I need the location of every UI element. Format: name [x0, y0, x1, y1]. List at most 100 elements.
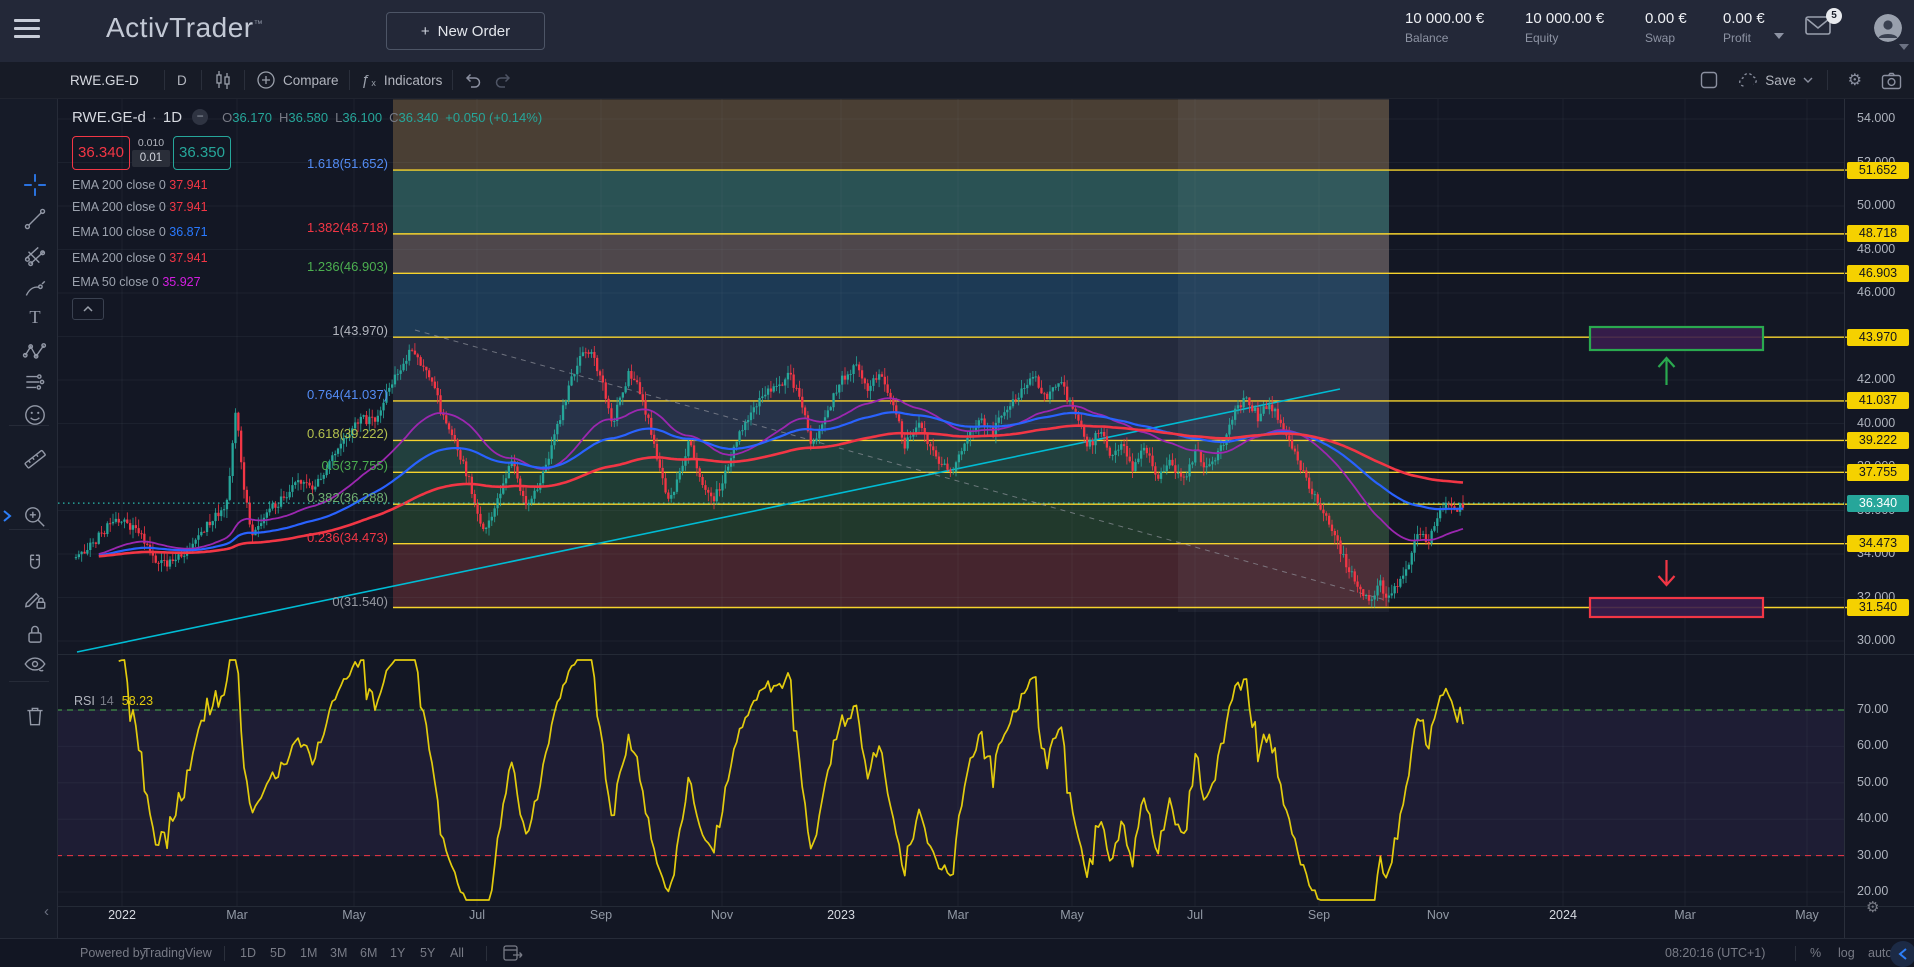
- range-1m[interactable]: 1M: [300, 939, 317, 967]
- indicator-row[interactable]: EMA 100 close 0 36.871: [72, 225, 208, 243]
- zoom-in-tool[interactable]: [22, 504, 50, 532]
- trend-line-tool-icon: [22, 206, 48, 232]
- brush-tool[interactable]: [22, 277, 50, 305]
- magnet-tool[interactable]: [22, 552, 50, 580]
- menu-icon[interactable]: [14, 19, 40, 43]
- redo-button[interactable]: [492, 62, 514, 98]
- camera-icon: [1881, 71, 1902, 90]
- ohlc-close: C36.340: [389, 110, 438, 125]
- remove-all-tool[interactable]: [22, 703, 50, 731]
- sell-button[interactable]: 36.340: [72, 136, 130, 170]
- account-menu-button[interactable]: [1874, 14, 1902, 42]
- indicator-value: 35.927: [159, 275, 201, 289]
- hide-series-icon[interactable]: −: [192, 109, 208, 125]
- crosshair-tool[interactable]: [22, 172, 50, 200]
- signal-box-up: [1590, 327, 1763, 350]
- indicator-label: EMA 200 close 0: [72, 251, 166, 265]
- fib-label-0.5: 0.5(37.755): [258, 458, 388, 473]
- time-label-May: May: [1042, 908, 1102, 922]
- gear-icon: ⚙: [1848, 70, 1862, 90]
- go-to-date-button[interactable]: [502, 939, 524, 967]
- time-axis-separator: [0, 906, 1914, 907]
- time-label-2022: 2022: [92, 908, 152, 922]
- range-1d[interactable]: 1D: [240, 939, 256, 967]
- stat-balance: 10 000.00 €Balance: [1405, 10, 1484, 45]
- range-5y[interactable]: 5Y: [420, 939, 435, 967]
- price-tick: 40.000: [1857, 416, 1895, 430]
- pattern-tool-icon: [22, 339, 48, 365]
- percent-scale-button[interactable]: %: [1810, 939, 1821, 967]
- legend-title-row[interactable]: RWE.GE-d · 1D − O36.170 H36.580 L36.100 …: [72, 106, 542, 128]
- symbol-button[interactable]: RWE.GE-D: [70, 62, 139, 98]
- ruler-tool[interactable]: [22, 446, 50, 474]
- fib-label-1.382: 1.382(48.718): [258, 220, 388, 235]
- hide-all-tool[interactable]: [22, 651, 50, 679]
- indicator-row[interactable]: EMA 200 close 0 37.941: [72, 178, 208, 196]
- account-dropdown-icon[interactable]: [1899, 44, 1909, 50]
- auto-scale-button[interactable]: auto: [1868, 939, 1892, 967]
- stat-profit: 0.00 €Profit: [1723, 10, 1765, 45]
- fib-label-0.236: 0.236(34.473): [258, 530, 388, 545]
- chart-style-button[interactable]: [212, 62, 234, 98]
- price-tick: 48.000: [1857, 242, 1895, 256]
- signal-box-down: [1590, 598, 1763, 617]
- left-panel-expander[interactable]: [0, 503, 14, 529]
- indicator-row[interactable]: EMA 50 close 0 35.927: [72, 275, 201, 293]
- pattern-tool[interactable]: [22, 339, 50, 367]
- forecast-tool[interactable]: [22, 369, 50, 397]
- indicator-row[interactable]: EMA 200 close 0 37.941: [72, 251, 208, 269]
- legend-collapse-button[interactable]: [72, 298, 104, 320]
- pane-separator[interactable]: [56, 654, 1914, 655]
- interval-button[interactable]: D: [177, 62, 187, 98]
- fib-label-1: 1(43.970): [258, 323, 388, 338]
- save-layout-button[interactable]: Save: [1737, 62, 1814, 98]
- stat-value: 10 000.00 €: [1525, 10, 1604, 27]
- ohlc-high: H36.580: [279, 110, 328, 125]
- fib-price-badge: 43.970: [1847, 329, 1909, 346]
- trend-line-tool[interactable]: [22, 206, 50, 234]
- indicators-button[interactable]: ƒ x Indicators: [361, 62, 442, 98]
- svg-text:T: T: [29, 307, 40, 327]
- axis-settings-icon[interactable]: ⚙: [1866, 898, 1879, 916]
- new-order-button[interactable]: +New Order: [386, 12, 545, 50]
- mail-badge: 5: [1826, 8, 1842, 24]
- profit-dropdown-icon[interactable]: [1774, 33, 1784, 39]
- emoji-tool-icon: [22, 402, 48, 428]
- text-tool[interactable]: T: [22, 304, 50, 332]
- fib-label-0.382: 0.382(36.288): [258, 490, 388, 505]
- brush-tool-icon: [22, 277, 48, 303]
- trademark: ™: [254, 19, 264, 29]
- scroll-left-icon[interactable]: ‹: [44, 903, 49, 920]
- rsi-legend[interactable]: RSI1458.23: [74, 694, 153, 708]
- chart-settings-button[interactable]: ⚙: [1848, 62, 1862, 98]
- emoji-tool[interactable]: [22, 402, 50, 430]
- range-6m[interactable]: 6M: [360, 939, 377, 967]
- clock[interactable]: 08:20:16 (UTC+1): [1665, 939, 1765, 967]
- log-scale-button[interactable]: log: [1838, 939, 1855, 967]
- fib-label-0: 0(31.540): [258, 594, 388, 609]
- range-all[interactable]: All: [450, 939, 464, 967]
- undo-button[interactable]: [462, 62, 484, 98]
- bottom-bar: Powered by TradingView 08:20:16 (UTC+1) …: [0, 938, 1914, 967]
- indicator-row[interactable]: EMA 200 close 0 37.941: [72, 200, 208, 218]
- range-5d[interactable]: 5D: [270, 939, 286, 967]
- favorite-checkbox[interactable]: [1700, 62, 1718, 98]
- range-1y[interactable]: 1Y: [390, 939, 405, 967]
- fib-price-badge: 37.755: [1847, 464, 1909, 481]
- tradingview-link[interactable]: TradingView: [143, 939, 212, 967]
- price-axis[interactable]: 54.00052.00050.00048.00046.00044.00042.0…: [1844, 98, 1914, 938]
- screenshot-button[interactable]: [1881, 62, 1902, 98]
- collapse-panel-button[interactable]: [1890, 941, 1914, 967]
- buy-button[interactable]: 36.350: [173, 136, 231, 170]
- fib-tools[interactable]: [22, 242, 50, 270]
- compare-button[interactable]: Compare: [256, 62, 339, 98]
- time-label-Sep: Sep: [571, 908, 631, 922]
- stat-value: 0.00 €: [1723, 10, 1765, 27]
- drawing-lock-tool[interactable]: [22, 586, 50, 614]
- lock-all-tool[interactable]: [22, 621, 50, 649]
- range-3m[interactable]: 3M: [330, 939, 347, 967]
- candlestick-icon: [212, 69, 234, 91]
- ohlc-low: L36.100: [335, 110, 382, 125]
- price-chart-canvas[interactable]: [0, 0, 1914, 967]
- mail-button[interactable]: 5: [1804, 14, 1840, 48]
